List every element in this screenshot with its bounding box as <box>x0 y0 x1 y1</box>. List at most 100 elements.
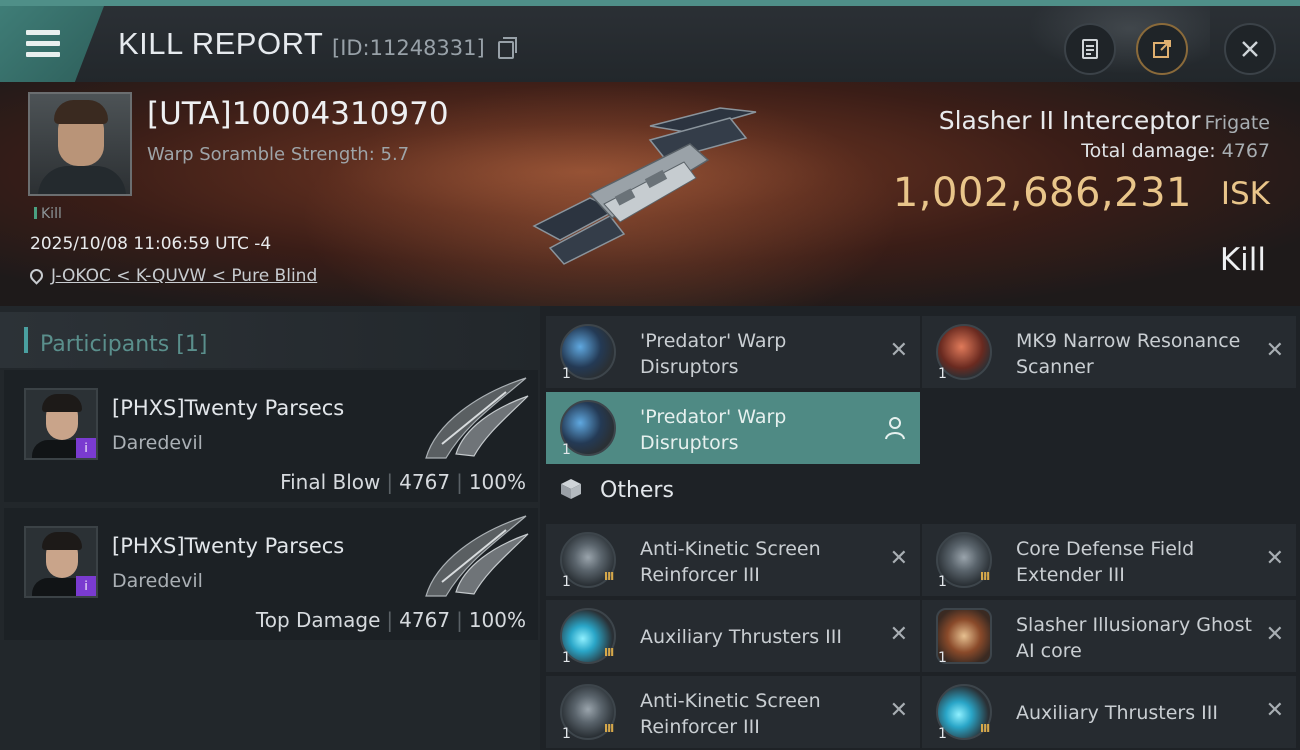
module-qty: 1 <box>562 442 571 458</box>
destroyed-icon: ✕ <box>889 338 908 363</box>
module-qty: 1 <box>938 726 947 742</box>
tier-badge: III <box>604 722 614 735</box>
participants-panel: Participants [1] i [PHXS]Twenty Parsecs … <box>0 306 540 750</box>
participant-name[interactable]: [PHXS]Twenty Parsecs <box>112 534 344 558</box>
total-damage-label: Total damage: <box>1081 140 1216 162</box>
report-id: [ID:11248331] <box>332 36 485 60</box>
isk-value: 1,002,686,231 <box>892 170 1192 216</box>
module-name: Auxiliary Thrusters III <box>640 626 842 648</box>
kill-datetime: 2025/10/08 11:06:59 UTC -4 <box>30 234 272 254</box>
module-name: 'Predator' Warp Disruptors <box>640 330 787 378</box>
participant-role: Final Blow <box>280 470 381 494</box>
destroyed-icon: ✕ <box>889 546 908 571</box>
participant-damage: 4767 <box>399 470 451 494</box>
module-name: Slasher Illusionary Ghost AI core <box>1016 614 1252 662</box>
stat-separator: | <box>386 608 394 632</box>
module-item-selected[interactable]: 1 'Predator' Warp Disruptors <box>546 392 920 464</box>
clipboard-button[interactable] <box>1064 23 1116 75</box>
victim-portrait[interactable] <box>28 92 132 196</box>
participants-count: [1] <box>176 332 208 357</box>
module-item[interactable]: 1 III Anti-Kinetic Screen Reinforcer III… <box>546 676 920 748</box>
module-qty: 1 <box>938 650 947 666</box>
destroyed-icon: ✕ <box>889 622 908 647</box>
info-badge-icon: i <box>76 438 96 458</box>
participant-ship: Daredevil <box>112 570 203 592</box>
module-item[interactable]: 1 III Auxiliary Thrusters III ✕ <box>922 676 1296 748</box>
location-pin-icon <box>27 266 46 285</box>
module-name: Auxiliary Thrusters III <box>1016 702 1218 724</box>
participant-stats: Final Blow | 4767 | 100% <box>280 470 526 494</box>
others-section-header: Others <box>560 478 674 503</box>
total-damage: Total damage: 4767 <box>1081 140 1270 162</box>
others-label: Others <box>600 478 674 503</box>
module-name: Anti-Kinetic Screen Reinforcer III <box>640 690 821 738</box>
module-item[interactable]: 1 MK9 Narrow Resonance Scanner ✕ <box>922 316 1296 388</box>
module-item[interactable]: 1 Slasher Illusionary Ghost AI core ✕ <box>922 600 1296 672</box>
participant-ship-image <box>425 377 529 459</box>
ship-class: Frigate <box>1204 112 1270 134</box>
participants-header: Participants [1] <box>0 312 540 368</box>
tier-badge: III <box>980 722 990 735</box>
participant-role: Top Damage <box>255 608 381 632</box>
fitted-modules-panel: 1 'Predator' Warp Disruptors ✕ 1 MK9 Nar… <box>540 306 1300 750</box>
menu-button[interactable] <box>0 6 104 82</box>
participant-ship: Daredevil <box>112 432 203 454</box>
location-link[interactable]: J-OKOC < K-QUVW < Pure Blind <box>51 266 317 286</box>
participant-card[interactable]: i [PHXS]Twenty Parsecs Daredevil Final B… <box>4 370 538 502</box>
stat-separator: | <box>456 470 463 494</box>
module-item[interactable]: 1 III Anti-Kinetic Screen Reinforcer III… <box>546 524 920 596</box>
ship-name-text: Slasher II Interceptor <box>938 106 1201 135</box>
tier-badge: III <box>604 646 614 659</box>
clipboard-icon <box>1082 39 1098 59</box>
victim-name[interactable]: [UTA]10004310970 <box>147 96 449 132</box>
header-bar: KILL REPORT [ID:11248331] <box>0 0 1300 82</box>
avatar[interactable]: i <box>24 526 98 598</box>
victim-ship-image <box>532 107 757 265</box>
kill-tag: Kill <box>34 206 62 222</box>
close-icon <box>1242 41 1258 57</box>
destroyed-icon: ✕ <box>1265 338 1284 363</box>
kill-location[interactable]: J-OKOC < K-QUVW < Pure Blind <box>27 266 317 286</box>
isk-unit: ISK <box>1220 176 1270 212</box>
participant-damage: 4767 <box>399 608 451 632</box>
module-qty: 1 <box>938 574 947 590</box>
destroyed-icon: ✕ <box>1265 698 1284 723</box>
copy-icon[interactable] <box>498 37 517 59</box>
destroyed-icon: ✕ <box>889 698 908 723</box>
share-icon <box>1153 40 1171 58</box>
avatar[interactable]: i <box>24 388 98 460</box>
tier-badge: III <box>604 570 614 583</box>
destroyed-icon: ✕ <box>1265 546 1284 571</box>
module-qty: 1 <box>938 366 947 382</box>
hamburger-icon <box>26 30 60 57</box>
tier-badge: III <box>980 570 990 583</box>
module-qty: 1 <box>562 726 571 742</box>
scram-strength: Warp Soramble Strength: 5.7 <box>147 144 410 165</box>
dropped-person-icon <box>885 417 905 440</box>
module-item[interactable]: 1 III Auxiliary Thrusters III ✕ <box>546 600 920 672</box>
participant-percent: 100% <box>468 470 526 494</box>
share-button[interactable] <box>1136 23 1188 75</box>
module-qty: 1 <box>562 574 571 590</box>
page-title: KILL REPORT <box>118 26 324 61</box>
participants-label: Participants <box>40 332 170 357</box>
module-name: Anti-Kinetic Screen Reinforcer III <box>640 538 821 586</box>
close-button[interactable] <box>1224 23 1276 75</box>
module-item[interactable]: 1 III Core Defense Field Extender III ✕ <box>922 524 1296 596</box>
info-badge-icon: i <box>76 576 96 596</box>
participant-percent: 100% <box>468 608 526 632</box>
participant-ship-image <box>425 515 529 597</box>
module-qty: 1 <box>562 366 571 382</box>
participant-name[interactable]: [PHXS]Twenty Parsecs <box>112 396 344 420</box>
victim-banner: Kill [UTA]10004310970 Warp Soramble Stre… <box>0 82 1300 306</box>
stat-separator: | <box>456 608 463 632</box>
kill-result: Kill <box>1219 242 1266 278</box>
total-damage-value: 4767 <box>1221 140 1270 162</box>
module-item[interactable]: 1 'Predator' Warp Disruptors ✕ <box>546 316 920 388</box>
destroyed-icon: ✕ <box>1265 622 1284 647</box>
module-name: MK9 Narrow Resonance Scanner <box>1016 330 1241 378</box>
victim-ship-name[interactable]: Slasher II Interceptor Frigate <box>939 106 1270 135</box>
participant-card[interactable]: i [PHXS]Twenty Parsecs Daredevil Top Dam… <box>4 508 538 640</box>
cargo-box-icon <box>561 479 581 499</box>
stat-separator: | <box>386 470 394 494</box>
